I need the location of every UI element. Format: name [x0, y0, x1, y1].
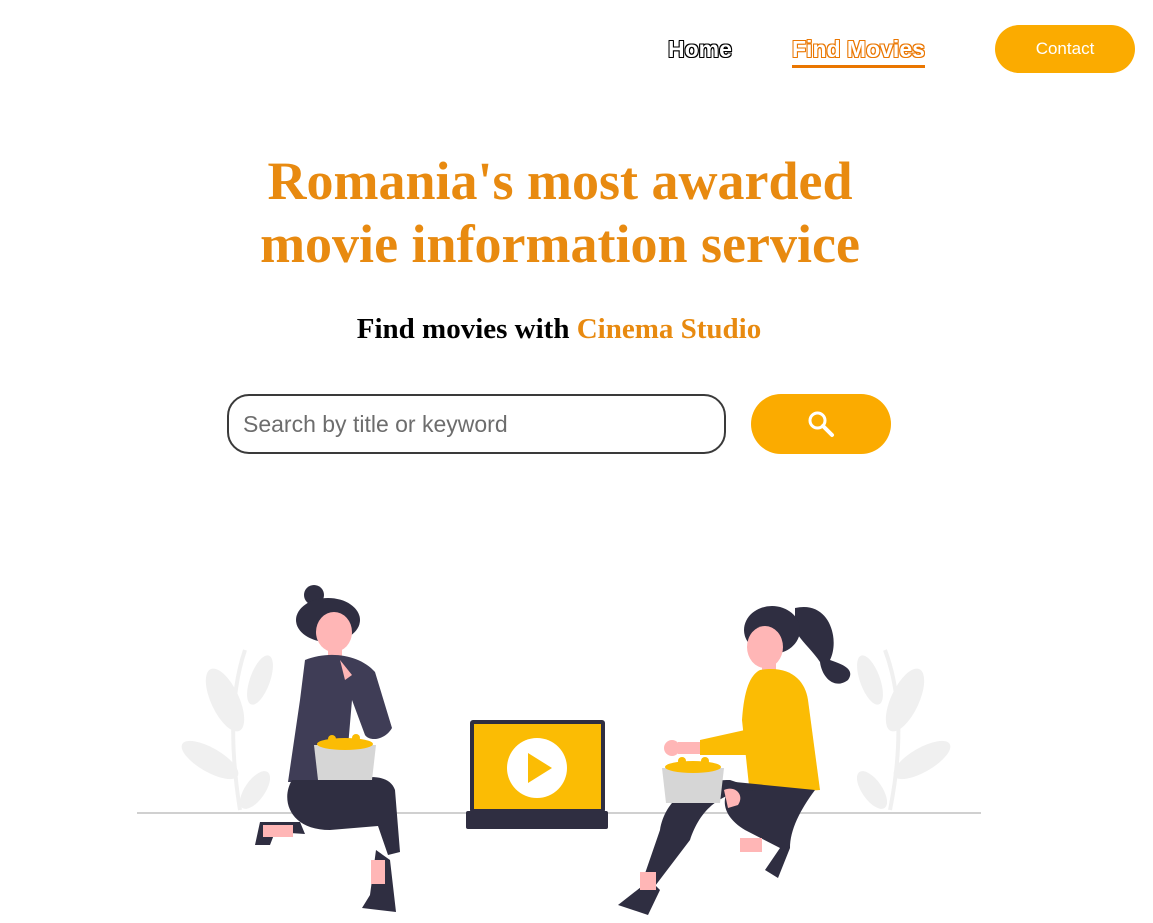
- movie-watching-illustration: [137, 585, 981, 915]
- plant-left: [181, 649, 273, 811]
- laptop: [466, 720, 608, 829]
- hero-title: Romania's most awarded movie information…: [0, 150, 1120, 276]
- plant-right: [856, 649, 951, 811]
- hero-title-line1: Romania's most awarded: [267, 151, 853, 211]
- hero-subtitle: Find movies with Cinema Studio: [0, 313, 1118, 346]
- contact-button[interactable]: Contact: [995, 25, 1135, 73]
- person-left: [255, 585, 400, 912]
- search-input[interactable]: [227, 394, 726, 454]
- person-right: [618, 606, 851, 915]
- hero-title-line2: movie information service: [260, 214, 860, 274]
- top-nav: Home Find Movies Contact: [0, 0, 1153, 100]
- search-button[interactable]: [751, 394, 891, 454]
- brand-name: Cinema Studio: [576, 313, 762, 345]
- search-icon: [808, 411, 834, 437]
- nav-home-link[interactable]: Home: [668, 36, 732, 63]
- nav-find-movies-link[interactable]: Find Movies: [792, 36, 925, 68]
- subtitle-prefix: Find movies with: [356, 313, 570, 345]
